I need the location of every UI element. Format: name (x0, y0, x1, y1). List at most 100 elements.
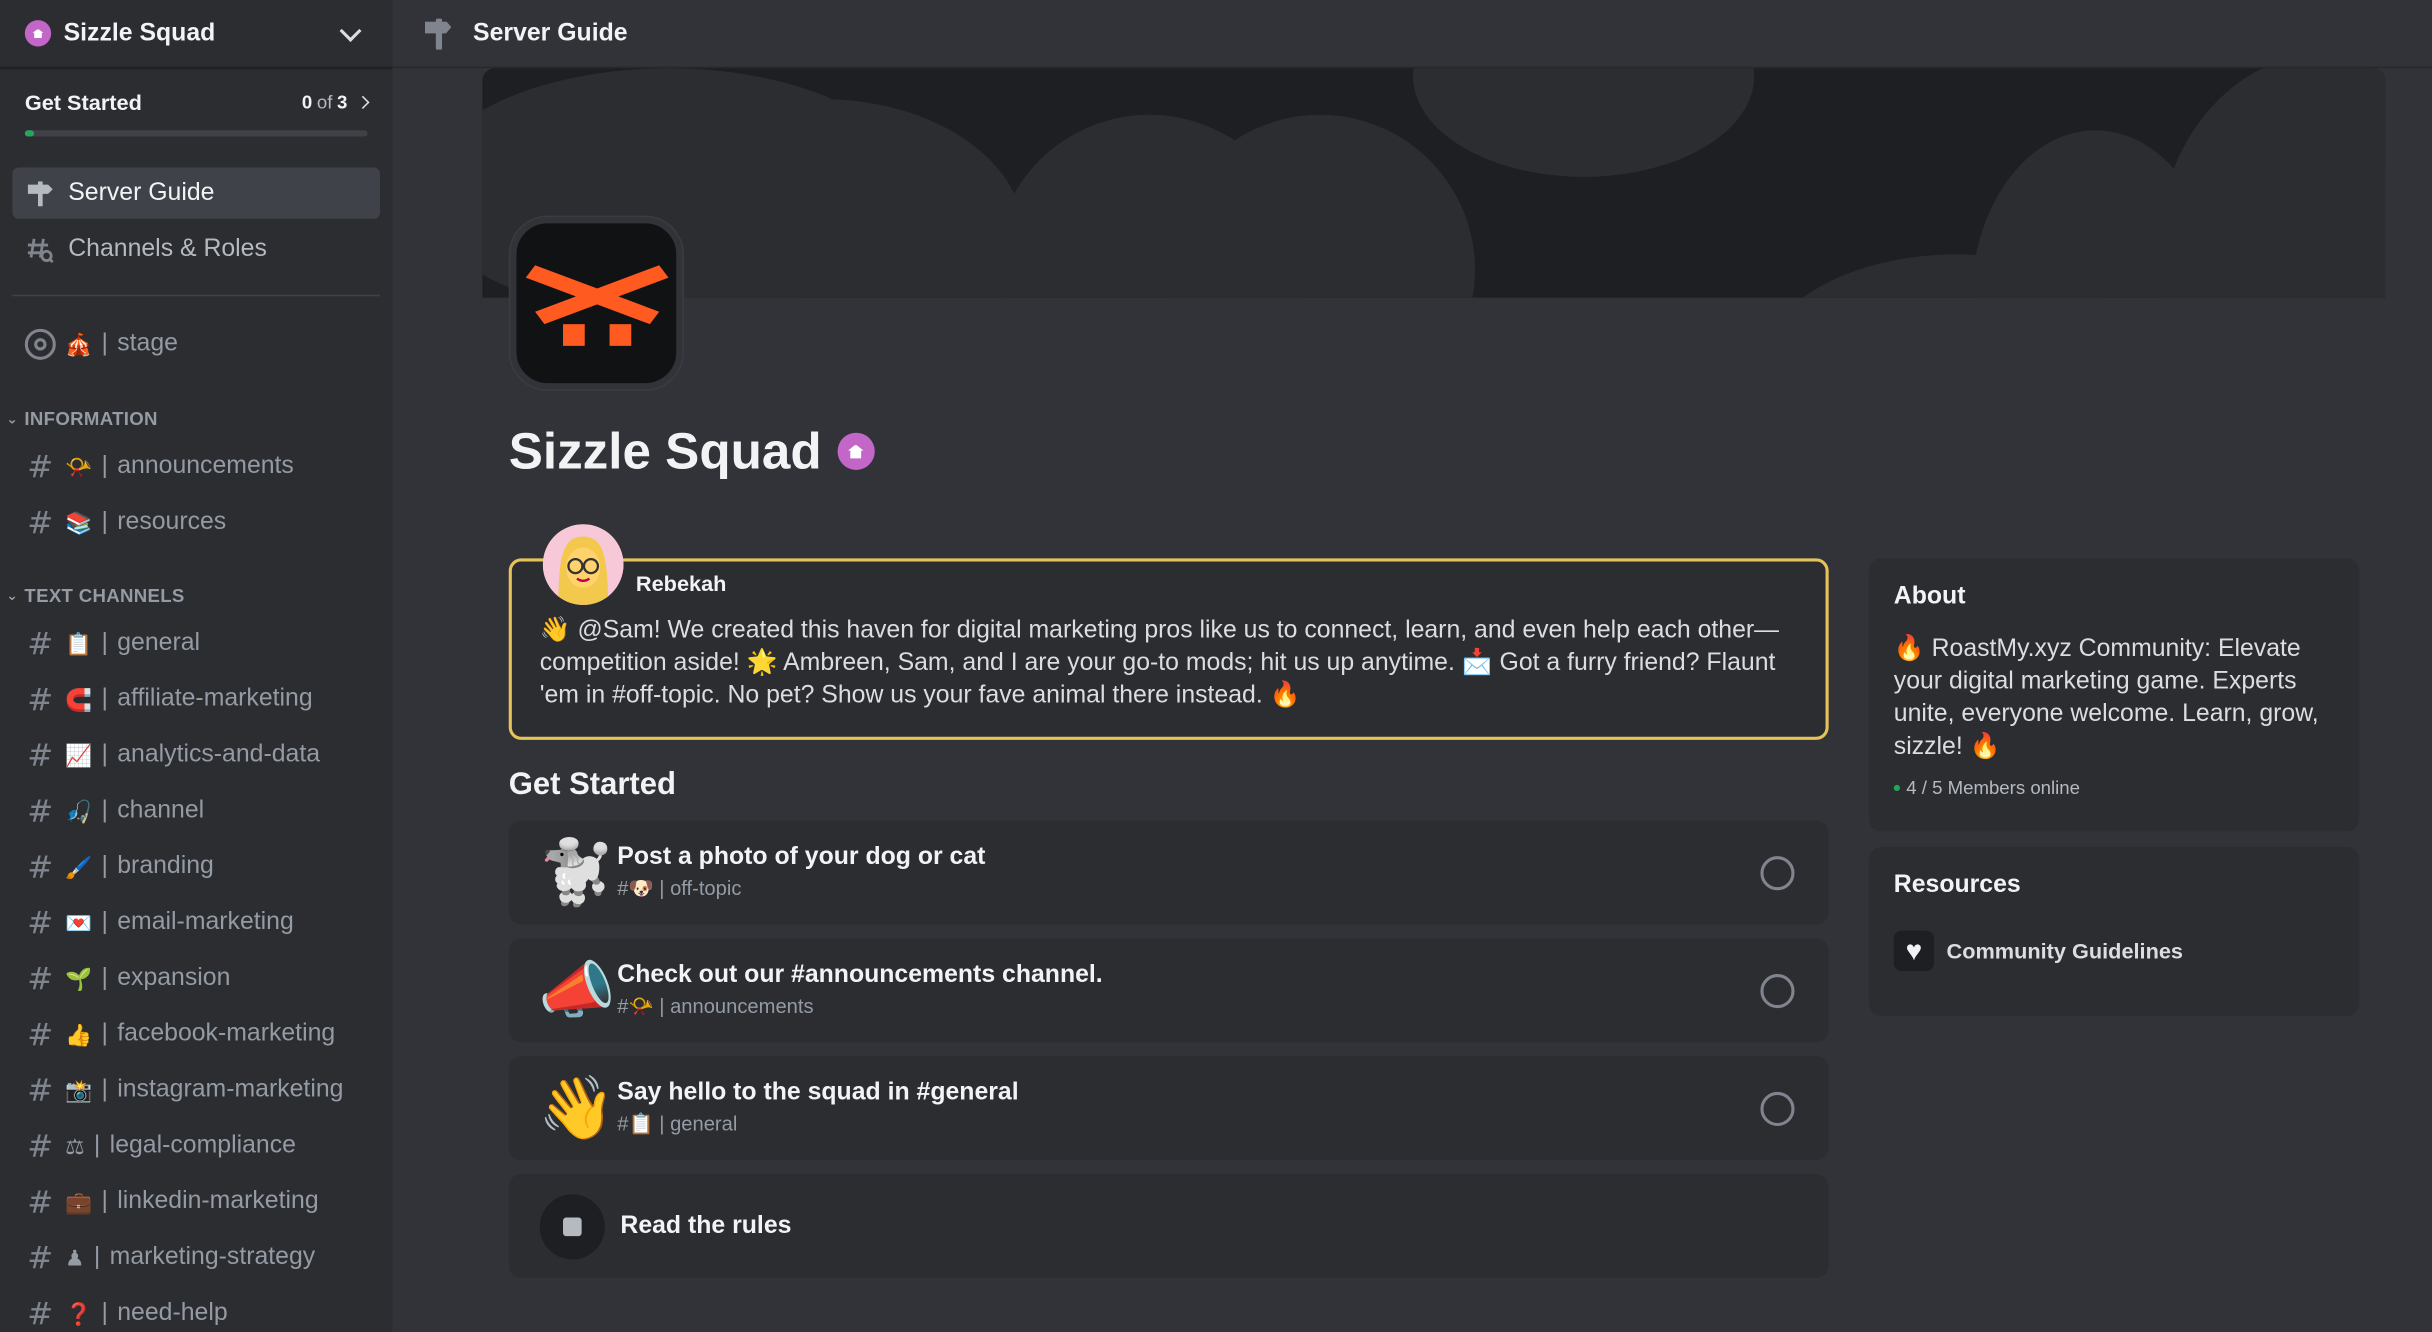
channel-name: instagram-marketing (117, 1076, 344, 1103)
channel-emoji: 📋 (65, 630, 93, 656)
channel-name: channel (117, 797, 205, 824)
server-icon (510, 217, 683, 390)
channel-emoji: 🎣 (65, 797, 93, 823)
task-checkbox[interactable] (1760, 855, 1795, 890)
channel-separator: | (101, 1020, 108, 1047)
channel-name: analytics-and-data (117, 741, 321, 768)
channel-separator: | (101, 853, 108, 880)
poodle-icon: 🐩 (538, 839, 616, 908)
channel-emoji: 📈 (65, 742, 93, 767)
resource-item[interactable]: ♥ Community Guidelines (1893, 930, 2334, 971)
channel-separator: | (101, 908, 108, 936)
tasks-heading: Get Started (508, 767, 676, 802)
members-online: 4 / 5 Members online (1893, 777, 2334, 799)
channel-name: linkedin-marketing (117, 1188, 319, 1215)
channel-emoji: 👍 (65, 1021, 93, 1047)
task-announcements[interactable]: 📣 Check out our #announcements channel. … (508, 938, 1829, 1043)
signpost-icon (420, 15, 457, 52)
channel-separator: | (101, 685, 108, 712)
channel-emoji: 💌 (65, 909, 93, 935)
channel-emoji: ⚖ (65, 1133, 85, 1158)
sidebar-item-server-guide[interactable]: Server Guide (12, 167, 380, 219)
sidebar-item-label: Channels & Roles (68, 234, 267, 262)
resource-label: Community Guidelines (1946, 938, 2184, 964)
top-bar: Server Guide (392, 0, 2432, 69)
channel-affiliate-marketing[interactable]: # 🧲 | affiliate-marketing (12, 673, 380, 726)
channel-name: general (117, 629, 201, 657)
hashtag-icon: # (27, 1071, 54, 1109)
chevron-down-icon[interactable] (339, 19, 362, 42)
server-banner (482, 68, 2386, 298)
channel-name: affiliate-marketing (117, 685, 313, 712)
server-header[interactable]: Sizzle Squad (0, 0, 393, 69)
channel-emoji: 🖌️ (65, 853, 93, 879)
resources-title: Resources (1893, 871, 2021, 899)
hashtag-icon: # (27, 1295, 54, 1332)
task-channel: #🐶 | off-topic (617, 876, 742, 900)
task-post-photo[interactable]: 🐩 Post a photo of your dog or cat #🐶 | o… (508, 820, 1829, 925)
category-information[interactable]: ⌄ INFORMATION (6, 408, 158, 430)
hashtag-icon: # (27, 448, 54, 486)
avatar[interactable] (542, 524, 624, 605)
channel-channel[interactable]: # 🎣 | channel (12, 785, 380, 838)
channel-linkedin-marketing[interactable]: # 💼 | linkedin-marketing (12, 1176, 380, 1229)
message-author[interactable]: Rebekah (636, 571, 727, 596)
task-checkbox[interactable] (1760, 1091, 1795, 1126)
channel-emoji: 📯 (65, 453, 93, 479)
heart-icon: ♥ (1893, 930, 1935, 971)
channel-legal-compliance[interactable]: # ⚖ | legal-compliance (12, 1120, 380, 1173)
hashtag-icon: # (27, 848, 54, 886)
channel-resources[interactable]: # 📚 | resources (12, 496, 380, 549)
chevron-down-icon: ⌄ (6, 587, 19, 603)
sidebar-item-channels-roles[interactable]: Channels & Roles (12, 223, 380, 274)
server-title-text: Sizzle Squad (508, 421, 822, 480)
category-text-channels[interactable]: ⌄ TEXT CHANNELS (6, 585, 184, 607)
progress-bar (24, 130, 368, 137)
channel-name: need-help (117, 1299, 228, 1327)
about-title: About (1893, 583, 1966, 610)
task-title: Check out our #announcements channel. (617, 961, 1103, 988)
channel-separator: | (93, 1243, 101, 1271)
channel-expansion[interactable]: # 🌱 | expansion (12, 952, 380, 1005)
channel-general[interactable]: # 📋 | general (12, 617, 380, 670)
channel-announcements[interactable]: # 📯 | announcements (12, 440, 380, 493)
channel-separator: | (101, 741, 108, 768)
signpost-icon (25, 178, 56, 209)
task-say-hello[interactable]: 👋 Say hello to the squad in #general #📋 … (508, 1056, 1829, 1161)
server-name: Sizzle Squad (63, 19, 216, 46)
channel-need-help[interactable]: # ❓ | need-help (12, 1287, 380, 1332)
get-started-count: 0 of 3 (302, 91, 370, 114)
channel-marketing-strategy[interactable]: # ♟ | marketing-strategy (12, 1232, 380, 1285)
chevron-right-icon (356, 95, 370, 109)
page-title: Server Guide (473, 19, 628, 46)
channel-email-marketing[interactable]: # 💌 | email-marketing (12, 896, 380, 949)
megaphone-icon: 📣 (538, 956, 616, 1026)
about-text: 🔥 RoastMy.xyz Community: Elevate your di… (1893, 635, 2319, 760)
channel-emoji: 🌱 (65, 965, 93, 991)
channel-analytics-and-data[interactable]: # 📈 | analytics-and-data (12, 729, 380, 782)
sidebar-item-label: Server Guide (68, 179, 215, 206)
welcome-message-text: 👋 @Sam! We created this haven for digita… (539, 617, 1779, 709)
channel-emoji: 💼 (65, 1188, 93, 1214)
channel-facebook-marketing[interactable]: # 👍 | facebook-marketing (12, 1008, 380, 1061)
sidebar-divider (12, 294, 380, 297)
task-checkbox[interactable] (1760, 973, 1795, 1008)
task-read-rules[interactable]: Read the rules (508, 1174, 1829, 1279)
task-title: Say hello to the squad in #general (617, 1079, 1019, 1106)
channel-separator: | (101, 1188, 108, 1215)
channel-stage[interactable]: 🎪 | stage (12, 318, 380, 371)
hashtag-icon: # (27, 792, 54, 830)
channel-separator: | (101, 330, 108, 357)
channel-name: facebook-marketing (117, 1020, 336, 1047)
channel-instagram-marketing[interactable]: # 📸 | instagram-marketing (12, 1064, 380, 1117)
get-started-of: of (316, 91, 333, 114)
progress-fill (24, 130, 35, 137)
get-started-total: 3 (337, 91, 348, 114)
channel-emoji: ♟ (65, 1244, 85, 1270)
members-online-text: 4 / 5 Members online (1906, 777, 2081, 799)
channel-branding[interactable]: # 🖌️ | branding (12, 841, 380, 894)
server-badge-icon (24, 20, 52, 47)
channel-name: resources (117, 508, 227, 536)
server-logo-icon (525, 264, 668, 346)
channel-name: stage (117, 330, 178, 357)
